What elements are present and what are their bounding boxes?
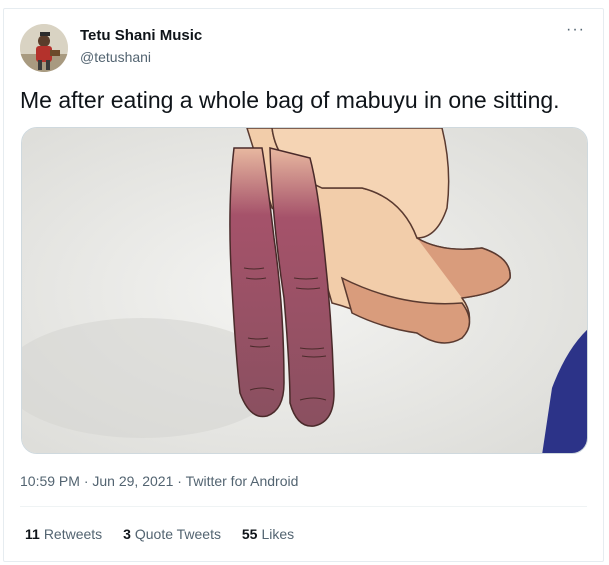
retweets-count: 11 bbox=[25, 526, 40, 542]
avatar[interactable] bbox=[20, 24, 68, 72]
more-options-icon[interactable]: ··· bbox=[566, 21, 585, 39]
tweet-source[interactable]: Twitter for Android bbox=[186, 473, 299, 489]
quote-tweets-count: 3 bbox=[123, 526, 131, 542]
user-handle[interactable]: @tetushani bbox=[80, 49, 151, 65]
quote-tweets-stat[interactable]: 3 Quote Tweets bbox=[123, 526, 221, 542]
tweet-media[interactable] bbox=[21, 127, 588, 454]
tweet-date[interactable]: Jun 29, 2021 bbox=[92, 473, 173, 489]
likes-stat[interactable]: 55 Likes bbox=[242, 526, 294, 542]
meta-separator: · bbox=[79, 473, 93, 489]
avatar-image bbox=[20, 24, 68, 72]
tweet-stats: 11 Retweets 3 Quote Tweets 55 Likes bbox=[25, 526, 311, 542]
likes-count: 55 bbox=[241, 526, 258, 542]
divider bbox=[20, 506, 587, 507]
anime-fingers-image bbox=[22, 128, 587, 453]
retweets-stat[interactable]: 11 Retweets bbox=[25, 526, 102, 542]
meta-separator: · bbox=[173, 473, 186, 489]
tweet-meta: 10:59 PM · Jun 29, 2021 · Twitter for An… bbox=[20, 473, 298, 489]
tweet-time[interactable]: 10:59 PM bbox=[20, 473, 80, 489]
retweets-label: Retweets bbox=[43, 526, 103, 542]
display-name[interactable]: Tetu Shani Music bbox=[80, 27, 202, 44]
tweet-text: Me after eating a whole bag of mabuyu in… bbox=[20, 87, 560, 113]
likes-label: Likes bbox=[261, 526, 295, 542]
quote-tweets-label: Quote Tweets bbox=[134, 526, 221, 542]
